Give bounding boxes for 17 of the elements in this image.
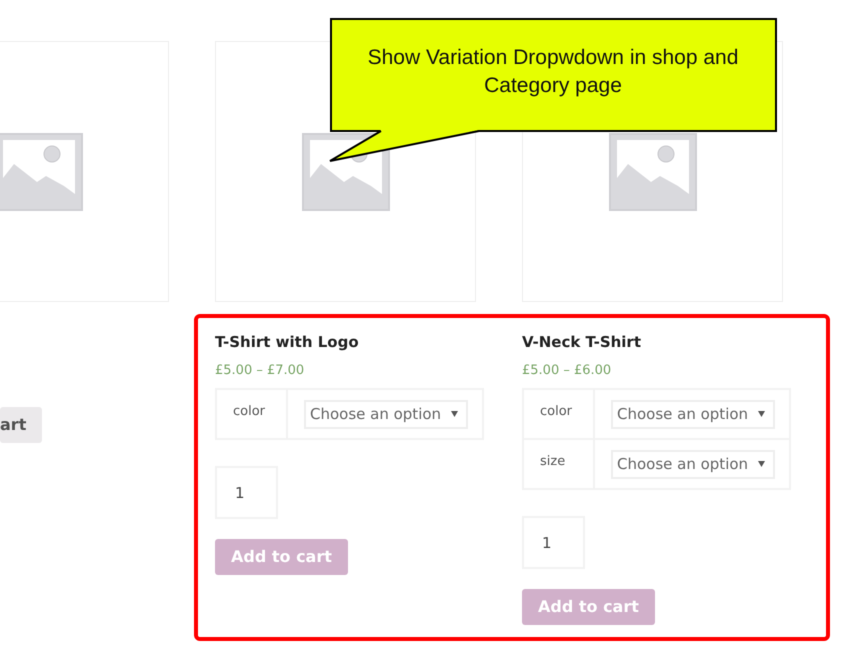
variation-select[interactable]: Choose an option [611,400,775,428]
variation-select[interactable]: Choose an option [611,450,775,478]
attribute-label: color [540,404,572,419]
callout-text: Show Variation Dropwdown in shop and Category page [366,45,740,99]
caret-icon [451,411,458,418]
quantity-field[interactable]: 1 [215,466,278,519]
product-title[interactable]: T-Shirt with Logo [215,332,476,352]
price-range: £5.00 – £7.00 [215,362,306,380]
product-title[interactable]: V-Neck T-Shirt [522,332,783,352]
caret-icon [758,411,765,418]
attribute-label: color [233,404,266,419]
quantity-field[interactable]: 1 [522,516,585,569]
add-to-cart-button[interactable]: art [0,407,42,443]
price-range: £5.00 – £6.00 [522,362,612,380]
caret-icon [758,461,765,468]
attribute-label: size [540,454,566,469]
variation-select[interactable]: Choose an option [304,400,468,428]
